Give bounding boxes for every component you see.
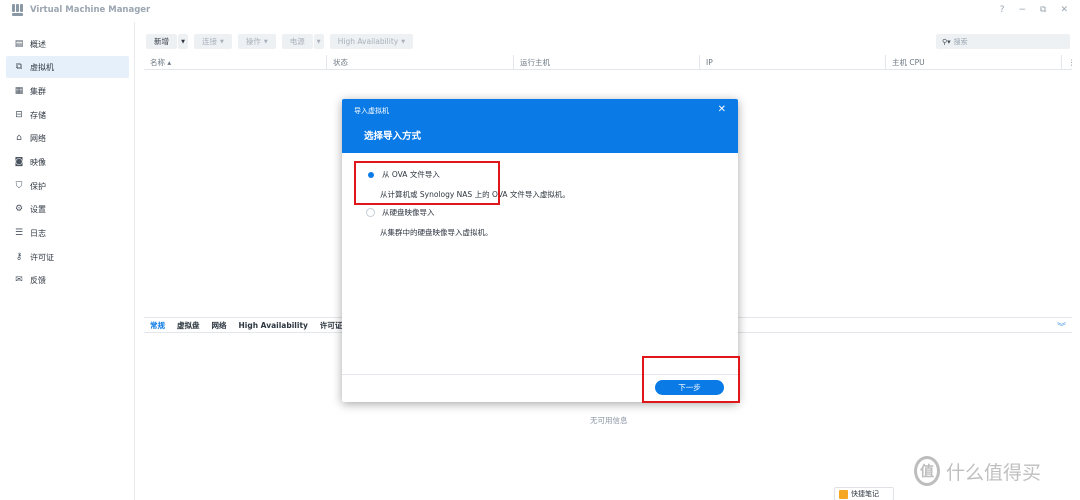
column-menu-icon[interactable]: ⋮ <box>1062 55 1076 70</box>
sidebar-item-image[interactable]: ◙ 映像 <box>6 151 129 173</box>
tab-high-availability[interactable]: High Availability <box>239 321 308 330</box>
sidebar-item-license[interactable]: ⚷ 许可证 <box>6 246 129 268</box>
option-disk-image-desc: 从集群中的硬盘映像导入虚拟机。 <box>380 228 493 237</box>
search-input[interactable]: ⚲▾ 搜索 <box>936 34 1070 49</box>
column-header-host[interactable]: 运行主机 <box>514 55 700 70</box>
ha-button[interactable]: High Availability ▼ <box>329 34 414 49</box>
sidebar: ▤ 概述 ⧉ 虚拟机 ▦ 集群 ⊟ 存储 ⌂ 网络 ◙ 映像 ⛉ 保护 ⚙ 设置… <box>0 22 135 500</box>
column-header-ip[interactable]: IP <box>700 55 886 70</box>
cluster-icon: ▦ <box>14 86 24 96</box>
new-button[interactable]: 新增 <box>146 34 177 49</box>
sidebar-item-label: 许可证 <box>30 252 54 262</box>
sidebar-item-label: 设置 <box>30 204 46 214</box>
watermark-logo: 值 <box>914 456 940 486</box>
dialog-header: 导入虚拟机 ✕ 选择导入方式 <box>342 99 738 153</box>
sidebar-item-label: 保护 <box>30 181 46 191</box>
chevron-down-icon: ▼ <box>181 38 185 45</box>
chevron-down-icon: ▼ <box>220 38 224 45</box>
expand-icon[interactable]: ︾ <box>1057 320 1066 333</box>
sidebar-item-vm[interactable]: ⧉ 虚拟机 <box>6 56 129 78</box>
sidebar-item-protection[interactable]: ⛉ 保护 <box>6 175 129 197</box>
highlight-box-option <box>354 161 500 205</box>
power-button[interactable]: 电源 <box>281 34 313 49</box>
close-icon[interactable]: ✕ <box>1060 5 1068 15</box>
highlight-box-next <box>642 356 740 403</box>
close-icon[interactable]: ✕ <box>718 104 726 115</box>
watermark-text: 什么值得买 <box>946 461 1042 484</box>
overview-icon: ▤ <box>14 39 24 49</box>
sidebar-item-label: 网络 <box>30 133 46 143</box>
column-header-status[interactable]: 状态 <box>327 55 514 70</box>
search-placeholder: 搜索 <box>953 37 968 46</box>
ha-button-label: High Availability <box>337 37 399 46</box>
new-dropdown-button[interactable]: ▼ <box>178 34 188 49</box>
tab-network[interactable]: 网络 <box>212 320 227 331</box>
new-button-label: 新增 <box>154 37 169 46</box>
sidebar-item-network[interactable]: ⌂ 网络 <box>6 127 129 149</box>
column-header-name[interactable]: 名称 ▴ <box>144 55 327 70</box>
search-icon: ⚲▾ <box>942 37 951 46</box>
option-disk-image-label: 从硬盘映像导入 <box>382 208 435 217</box>
toolbar: 新增 ▼ 连接 ▼ 操作 ▼ 电源 ▼ High Availability ▼ <box>146 34 414 50</box>
sidebar-item-label: 映像 <box>30 157 46 167</box>
action-button[interactable]: 操作 ▼ <box>237 34 276 49</box>
chevron-down-icon: ▼ <box>263 38 268 45</box>
gear-icon: ⚙ <box>14 204 24 214</box>
watermark: 值 什么值得买 <box>914 456 1041 486</box>
sidebar-item-label: 日志 <box>30 228 46 238</box>
feedback-icon: ✉ <box>15 275 23 285</box>
sidebar-item-label: 存储 <box>30 110 46 120</box>
power-dropdown-button[interactable]: ▼ <box>313 34 324 49</box>
option-disk-image-import[interactable]: 从硬盘映像导入 <box>366 207 435 218</box>
connect-button[interactable]: 连接 ▼ <box>194 34 232 49</box>
vm-icon: ⧉ <box>15 62 23 72</box>
sidebar-item-label: 概述 <box>30 39 46 49</box>
sidebar-item-label: 虚拟机 <box>30 62 54 72</box>
sidebar-item-overview[interactable]: ▤ 概述 <box>6 33 129 55</box>
minimize-icon[interactable]: − <box>1018 5 1026 15</box>
dialog-title: 选择导入方式 <box>364 131 422 142</box>
log-icon: ☰ <box>14 228 24 238</box>
no-info-text: 无可用信息 <box>590 416 628 425</box>
column-header-host-cpu[interactable]: 主机 CPU <box>886 55 1062 70</box>
connect-button-label: 连接 <box>202 37 217 46</box>
storage-icon: ⊟ <box>15 110 23 120</box>
tab-virtual-disk[interactable]: 虚拟盘 <box>177 320 200 331</box>
action-button-label: 操作 <box>245 37 261 46</box>
quicknote-label: 快捷笔记 <box>851 490 879 498</box>
chevron-down-icon: ▼ <box>401 38 406 45</box>
power-button-label: 电源 <box>289 37 305 46</box>
chevron-down-icon: ▼ <box>316 38 321 45</box>
tab-license[interactable]: 许可证 <box>320 320 343 331</box>
note-icon <box>839 489 848 499</box>
grid-header: 名称 ▴ 状态 运行主机 IP 主机 CPU ⋮ <box>144 55 1076 70</box>
image-icon: ◙ <box>14 157 24 167</box>
sidebar-item-feedback[interactable]: ✉ 反馈 <box>6 269 129 291</box>
sidebar-item-label: 反馈 <box>30 275 46 285</box>
network-icon: ⌂ <box>16 133 22 143</box>
sidebar-item-storage[interactable]: ⊟ 存储 <box>6 104 129 126</box>
key-icon: ⚷ <box>15 252 23 262</box>
title-bar: Virtual Machine Manager ? − ⧉ ✕ <box>0 0 1080 22</box>
app-logo-icon <box>12 4 24 17</box>
sidebar-item-cluster[interactable]: ▦ 集群 <box>6 80 129 102</box>
radio-disk-image[interactable] <box>366 208 375 217</box>
maximize-icon[interactable]: ⧉ <box>1040 5 1046 15</box>
quicknote-button[interactable]: 快捷笔记 <box>834 487 894 500</box>
sidebar-item-label: 集群 <box>30 86 46 96</box>
dialog-window-title: 导入虚拟机 <box>354 107 389 115</box>
sidebar-item-log[interactable]: ☰ 日志 <box>6 222 129 244</box>
sidebar-item-settings[interactable]: ⚙ 设置 <box>6 198 129 220</box>
shield-icon: ⛉ <box>15 181 23 191</box>
tab-general[interactable]: 常规 <box>150 320 165 331</box>
app-title: Virtual Machine Manager <box>30 5 151 15</box>
help-icon[interactable]: ? <box>1000 5 1005 15</box>
